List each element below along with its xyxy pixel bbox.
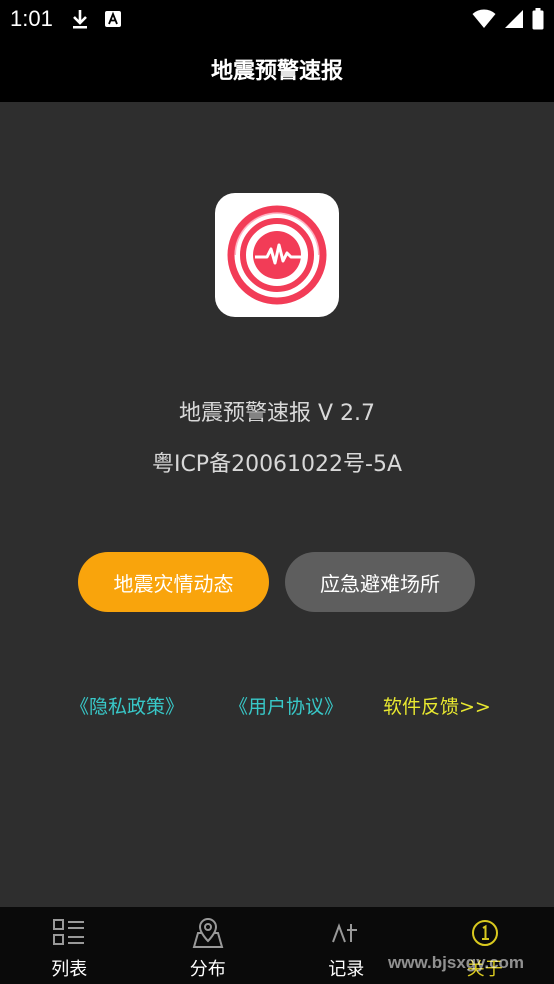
info-icon bbox=[467, 915, 503, 951]
status-time: 1:01 bbox=[10, 6, 53, 31]
download-icon bbox=[70, 8, 90, 34]
map-icon bbox=[190, 915, 226, 951]
font-a-icon bbox=[104, 8, 122, 34]
record-icon bbox=[328, 915, 364, 951]
signal-icon bbox=[504, 9, 524, 33]
nav-label-list: 列表 bbox=[51, 959, 88, 980]
user-agreement-link[interactable]: 《用户协议》 bbox=[229, 692, 343, 719]
nav-label-map: 分布 bbox=[189, 959, 226, 980]
privacy-policy-link[interactable]: 《隐私政策》 bbox=[70, 692, 184, 719]
status-bar: 1:01 bbox=[0, 0, 554, 38]
status-right-icons bbox=[472, 8, 544, 34]
icp-number: 粤ICP备20061022号-5A bbox=[151, 452, 403, 477]
watermark: www.bjsxgy.com bbox=[388, 953, 525, 972]
about-content: 地震预警速报 V 2.7 粤ICP备20061022号-5A 地震灾情动态 应急… bbox=[0, 102, 554, 907]
disaster-dynamics-button[interactable]: 地震灾情动态 bbox=[78, 552, 269, 612]
title-bar: 地震预警速报 bbox=[0, 38, 554, 102]
nav-item-map[interactable]: 分布 bbox=[139, 907, 278, 984]
app-name-version: 地震预警速报 V 2.7 bbox=[178, 401, 376, 426]
nav-item-list[interactable]: 列表 bbox=[0, 907, 139, 984]
feedback-link[interactable]: 软件反馈>> bbox=[383, 692, 491, 719]
list-icon bbox=[51, 915, 87, 951]
page-title: 地震预警速报 bbox=[210, 59, 343, 84]
status-left-icons bbox=[70, 8, 122, 34]
wifi-icon bbox=[472, 9, 496, 33]
battery-icon bbox=[532, 8, 544, 34]
emergency-shelter-button[interactable]: 应急避难场所 bbox=[285, 552, 475, 612]
earthquake-pulse-logo-icon bbox=[215, 193, 339, 317]
nav-label-record: 记录 bbox=[328, 959, 365, 980]
